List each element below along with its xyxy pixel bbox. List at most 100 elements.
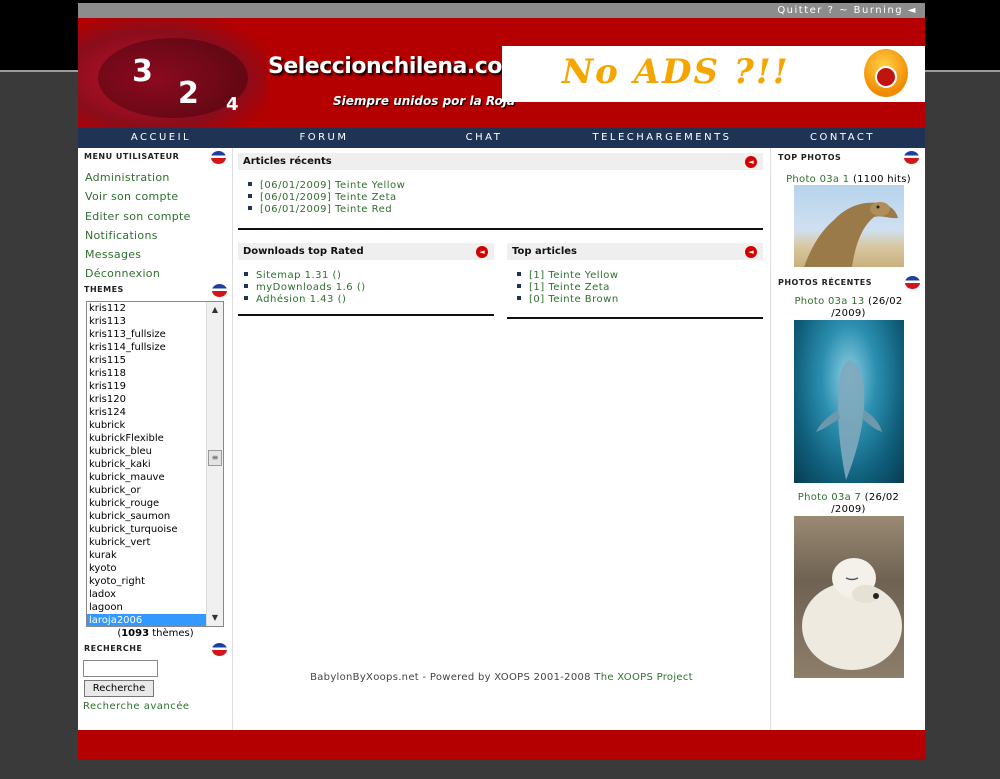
theme-option[interactable]: kurak <box>87 549 207 562</box>
theme-option[interactable]: kubrickFlexible <box>87 432 207 445</box>
list-item[interactable]: [06/01/2009] Teinte Zeta <box>248 192 763 204</box>
page-container: Quitter ? ~ Burning ◄ 3 2 4 Seleccionchi… <box>78 3 925 760</box>
themes-select-list[interactable]: kris112 kris113 kris113_fullsize kris114_fu… <box>86 301 224 627</box>
block-title: TOP PHOTOS <box>771 148 925 168</box>
theme-option[interactable]: kris120 <box>87 393 207 406</box>
list-item[interactable]: myDownloads 1.6 () <box>244 282 494 294</box>
nav-item-telechargements[interactable]: TELECHARGEMENTS <box>564 128 760 148</box>
recent-articles-block: Articles récents ◄ [06/01/2009] Teinte Y… <box>238 153 763 230</box>
nav-item-chat[interactable]: CHAT <box>404 128 564 148</box>
recent-articles-title: Articles récents <box>243 156 332 167</box>
photo-caption: Photo 03a 13 (26/02/2009) <box>794 296 903 319</box>
list-item[interactable]: [06/01/2009] Teinte Red <box>248 204 763 216</box>
photo-link[interactable]: Photo 03a 13 <box>794 296 864 307</box>
list-item[interactable]: [1] Teinte Zeta <box>517 282 763 294</box>
nav-item-forum[interactable]: FORUM <box>244 128 404 148</box>
collapse-arrow-icon[interactable]: ◄ <box>745 156 757 168</box>
banner-text: No ADS ?!! <box>562 52 790 92</box>
themes-title: THEMES <box>84 285 124 294</box>
theme-option[interactable]: kris115 <box>87 354 207 367</box>
recent-photos-title: PHOTOS RÉCENTES <box>778 278 873 287</box>
theme-option[interactable]: kubrick_rouge <box>87 497 207 510</box>
themes-scrollbar[interactable]: ▲ ≡ ▼ <box>206 302 223 626</box>
footer-bar <box>78 730 925 760</box>
collapse-arrow-icon[interactable]: ◄ <box>476 246 488 258</box>
dolphin-image <box>816 360 882 480</box>
polar-bear-photo[interactable] <box>794 516 904 678</box>
block-title: Downloads top Rated ◄ <box>238 243 494 260</box>
list-item[interactable]: [1] Teinte Yellow <box>517 270 763 282</box>
block-title: Articles récents ◄ <box>238 153 763 170</box>
theme-option[interactable]: kubrick_turquoise <box>87 523 207 536</box>
theme-option[interactable]: kyoto <box>87 562 207 575</box>
theme-option[interactable]: kubrick_kaki <box>87 458 207 471</box>
theme-option[interactable]: laroja2006 <box>87 614 207 626</box>
quit-link[interactable]: Quitter ? <box>777 5 834 16</box>
top-articles-block: Top articles ◄ [1] Teinte Yellow [1] Tei… <box>507 243 763 319</box>
site-header: 3 2 4 Seleccionchilena.com Siempre unido… <box>78 18 925 128</box>
photo-link[interactable]: Photo 03a 7 <box>798 492 861 503</box>
xoops-project-link[interactable]: The XOOPS Project <box>594 672 693 683</box>
user-menu-title: MENU UTILISATEUR <box>84 152 180 161</box>
theme-option[interactable]: lagoon <box>87 601 207 614</box>
divider <box>238 228 763 230</box>
menu-item-administration[interactable]: Administration <box>78 168 232 187</box>
search-button[interactable]: Recherche <box>84 680 154 697</box>
chile-flag-icon <box>212 643 227 656</box>
list-item[interactable]: [0] Teinte Brown <box>517 294 763 306</box>
jersey-number: 2 <box>178 76 199 111</box>
theme-option[interactable]: kris114_fullsize <box>87 341 207 354</box>
username-link[interactable]: Burning <box>854 5 903 16</box>
block-title: RECHERCHE <box>78 640 233 660</box>
chile-flag-icon <box>905 276 920 289</box>
theme-option[interactable]: kubrick <box>87 419 207 432</box>
theme-option[interactable]: kubrick_bleu <box>87 445 207 458</box>
menu-item-notifications[interactable]: Notifications <box>78 226 232 245</box>
theme-option[interactable]: kyoto_right <box>87 575 207 588</box>
top-photos-title: TOP PHOTOS <box>778 153 842 162</box>
photo-link[interactable]: Photo 03a 1 <box>786 174 849 185</box>
theme-option[interactable]: kris124 <box>87 406 207 419</box>
scroll-up-icon[interactable]: ▲ <box>207 302 223 318</box>
theme-option[interactable]: kris113_fullsize <box>87 328 207 341</box>
scroll-down-icon[interactable]: ▼ <box>207 610 223 626</box>
menu-item-view-account[interactable]: Voir son compte <box>78 187 232 206</box>
ad-banner[interactable]: No ADS ?!! <box>502 46 925 102</box>
list-item[interactable]: [06/01/2009] Teinte Yellow <box>248 180 763 192</box>
theme-option[interactable]: ladox <box>87 588 207 601</box>
theme-option[interactable]: kubrick_or <box>87 484 207 497</box>
collapse-arrow-icon[interactable]: ◄ <box>745 246 757 258</box>
theme-option[interactable]: kris113 <box>87 315 207 328</box>
advanced-search-link[interactable]: Recherche avancée <box>83 701 190 712</box>
content-columns: MENU UTILISATEUR Administration Voir son… <box>78 148 925 730</box>
dolphin-photo[interactable] <box>794 320 904 483</box>
camel-photo[interactable] <box>794 185 904 267</box>
list-item[interactable]: Sitemap 1.31 () <box>244 270 494 282</box>
theme-option[interactable]: kubrick_saumon <box>87 510 207 523</box>
jersey-number: 4 <box>226 94 239 115</box>
list-item[interactable]: Adhésion 1.43 () <box>244 294 494 306</box>
center-content: Articles récents ◄ [06/01/2009] Teinte Y… <box>233 148 770 730</box>
theme-option[interactable]: kris119 <box>87 380 207 393</box>
right-sidebar: TOP PHOTOS Photo 03a 1 (1100 hits) PHOTO… <box>770 148 925 730</box>
themes-options: kris112 kris113 kris113_fullsize kris114_fu… <box>87 302 207 626</box>
scroll-thumb[interactable]: ≡ <box>208 450 222 466</box>
menu-item-edit-account[interactable]: Editer son compte <box>78 207 232 226</box>
search-input[interactable] <box>83 660 158 677</box>
top-downloads-block: Downloads top Rated ◄ Sitemap 1.31 () my… <box>238 243 494 316</box>
theme-option[interactable]: kubrick_vert <box>87 536 207 549</box>
block-title: MENU UTILISATEUR <box>78 148 232 168</box>
nav-item-contact[interactable]: CONTACT <box>760 128 925 148</box>
theme-option[interactable]: kris118 <box>87 367 207 380</box>
user-topbar: Quitter ? ~ Burning ◄ <box>78 3 925 18</box>
menu-item-messages[interactable]: Messages <box>78 245 232 264</box>
collapse-arrow-icon[interactable]: ◄ <box>908 5 917 16</box>
theme-option[interactable]: kris112 <box>87 302 207 315</box>
themes-count: (1093 thèmes) <box>117 628 194 639</box>
nav-item-accueil[interactable]: ACCUEIL <box>78 128 244 148</box>
camel-image <box>804 202 898 267</box>
search-title: RECHERCHE <box>84 644 143 653</box>
site-title[interactable]: Seleccionchilena.com <box>268 54 525 79</box>
footer-credit: BabylonByXoops.net - Powered by XOOPS 20… <box>310 672 595 683</box>
theme-option[interactable]: kubrick_mauve <box>87 471 207 484</box>
